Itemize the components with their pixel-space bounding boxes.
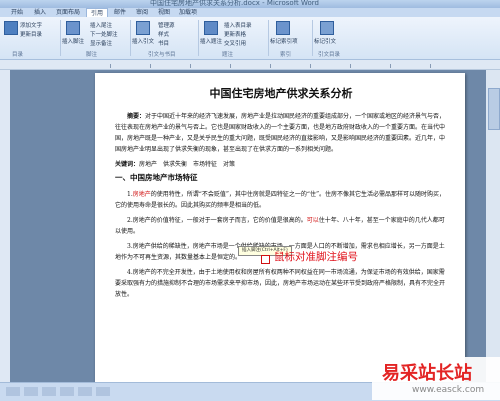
next-footnote-button[interactable]: 下一处脚注 — [90, 30, 118, 38]
insert-table-of-figures-button[interactable]: 插入表目录 — [224, 21, 252, 29]
abstract-label: 摘要： — [127, 113, 146, 120]
document-body[interactable]: 中国住宅房地产供求关系分析 摘要：对于中国近十年来的经济飞速发展，房地产业是拉动… — [115, 85, 447, 304]
horizontal-ruler[interactable] — [0, 60, 500, 70]
ruler-tick — [350, 64, 351, 68]
p2-red-text: 可以 — [306, 217, 319, 224]
footnote-icon[interactable] — [66, 21, 80, 35]
abstract-paragraph: 摘要：对于中国近十年来的经济飞速发展，房地产业是拉动国民经济的重要组成部分，一个… — [115, 111, 447, 155]
footnote-number-marker[interactable] — [261, 255, 270, 264]
manage-sources-button[interactable]: 管理源 — [158, 21, 175, 29]
vertical-scrollbar[interactable] — [486, 70, 500, 382]
ribbon: 添加文字 更新目录 目录 插入脚注 插入尾注 下一处脚注 显示备注 脚注 插入引… — [0, 17, 500, 60]
section-heading: 一、中国房地产市场特征 — [115, 173, 198, 182]
watermark-url: www.easck.com — [412, 385, 485, 395]
citation-icon[interactable] — [136, 21, 150, 35]
ribbon-tabs: 开始 插入 页面布局 引用 邮件 审阅 视图 加载项 — [0, 8, 500, 17]
keywords-line: 关键词：房地产 供求失衡 市场特征 对策 — [115, 159, 447, 168]
paragraph-1: 1.房地产的使用特性，所谓“不会贬值”，其中住房就是四特征之一的“住”。住房不像… — [115, 189, 447, 211]
ruler-tick — [310, 64, 311, 68]
insert-footnote-button[interactable]: 插入脚注 — [62, 37, 84, 45]
ruler-tick — [190, 64, 191, 68]
caption-icon[interactable] — [204, 21, 218, 35]
ruler-tick — [110, 64, 111, 68]
taskbar-button[interactable] — [60, 387, 74, 396]
instruction-caption: 鼠标对准脚注编号 — [274, 251, 358, 263]
site-watermark: 易采站长站 www.easck.com — [372, 357, 500, 400]
mark-citation-icon[interactable] — [320, 21, 334, 35]
mark-entry-icon[interactable] — [276, 21, 290, 35]
insert-endnote-button[interactable]: 插入尾注 — [90, 21, 112, 29]
update-table-button[interactable]: 更新表格 — [224, 30, 246, 38]
ruler-tick — [230, 64, 231, 68]
style-dropdown[interactable]: 样式 — [158, 30, 169, 38]
show-notes-button[interactable]: 显示备注 — [90, 39, 112, 47]
ruler-tick — [430, 64, 431, 68]
tab-insert[interactable]: 插入 — [30, 8, 50, 17]
taskbar-button[interactable] — [42, 387, 56, 396]
taskbar-button[interactable] — [24, 387, 38, 396]
group-footnotes: 脚注 — [86, 52, 98, 58]
insert-citation-button[interactable]: 插入引文 — [132, 37, 154, 45]
p2-text: 2.房地产的价值特征，一般对于一套房子而言，它的价值是很高的。 — [127, 217, 307, 224]
title-bar: 中国住宅房地产供求关系分析.docx - Microsoft Word — [0, 0, 500, 8]
tab-page-layout[interactable]: 页面布局 — [52, 8, 84, 17]
vertical-ruler[interactable] — [0, 70, 10, 382]
divider — [130, 20, 131, 56]
tab-mailings[interactable]: 邮件 — [110, 8, 130, 17]
group-table-of-authorities: 引文目录 — [318, 52, 341, 58]
window-title: 中国住宅房地产供求关系分析.docx - Microsoft Word — [150, 0, 319, 7]
paragraph-4: 4.房地产的不完全开发性，由于土地使用权和房屋所有权两种不同权益在同一市场流通，… — [115, 269, 446, 298]
taskbar-button[interactable] — [6, 387, 20, 396]
group-captions: 题注 — [222, 52, 234, 58]
tab-review[interactable]: 审阅 — [132, 8, 152, 17]
ruler-tick — [150, 64, 151, 68]
p1-text: 的使用特性，所谓“不会贬值”，其中住房就是四特征之一的“住”。住房不像其它生活必… — [115, 191, 446, 209]
divider — [268, 20, 269, 56]
divider — [198, 20, 199, 56]
cross-reference-button[interactable]: 交叉引用 — [224, 39, 246, 47]
toc-icon[interactable] — [4, 21, 18, 35]
taskbar-button[interactable] — [78, 387, 92, 396]
document-page[interactable]: 中国住宅房地产供求关系分析 摘要：对于中国近十年来的经济飞速发展，房地产业是拉动… — [95, 73, 465, 383]
watermark-text: 易采站长站 — [382, 363, 472, 384]
ruler-tick — [390, 64, 391, 68]
keywords-label: 关键词： — [115, 161, 140, 168]
ruler-tick — [270, 64, 271, 68]
document-title: 中国住宅房地产供求关系分析 — [209, 87, 353, 100]
taskbar-button[interactable] — [96, 387, 110, 396]
scrollbar-thumb[interactable] — [488, 88, 500, 130]
group-toc: 目录 — [12, 52, 24, 58]
insert-caption-button[interactable]: 插入题注 — [200, 37, 222, 45]
update-toc-button[interactable]: 更新目录 — [20, 30, 42, 38]
paragraph-2: 2.房地产的价值特征，一般对于一套房子而言，它的价值是很高的。可以住十年、八十年… — [115, 215, 447, 237]
bibliography-button[interactable]: 书目 — [158, 39, 169, 47]
tab-references[interactable]: 引用 — [86, 8, 108, 17]
tab-view[interactable]: 视图 — [154, 8, 174, 17]
add-text-button[interactable]: 添加文字 — [20, 21, 42, 29]
mark-citation-button[interactable]: 标记引文 — [314, 37, 336, 45]
keywords-text: 房地产 供求失衡 市场特征 对策 — [139, 161, 236, 168]
divider — [312, 20, 313, 56]
mark-entry-button[interactable]: 标记索引项 — [270, 37, 298, 45]
divider — [60, 20, 61, 56]
group-index: 索引 — [280, 52, 292, 58]
group-citations: 引文与书目 — [148, 52, 176, 58]
footnote-anchor-text[interactable]: 房地产 — [133, 191, 151, 198]
abstract-text: 对于中国近十年来的经济飞速发展，房地产业是拉动国民经济的重要组成部分，一个国家或… — [115, 113, 446, 153]
tab-home[interactable]: 开始 — [6, 8, 28, 17]
tab-addins[interactable]: 加载项 — [176, 8, 200, 17]
